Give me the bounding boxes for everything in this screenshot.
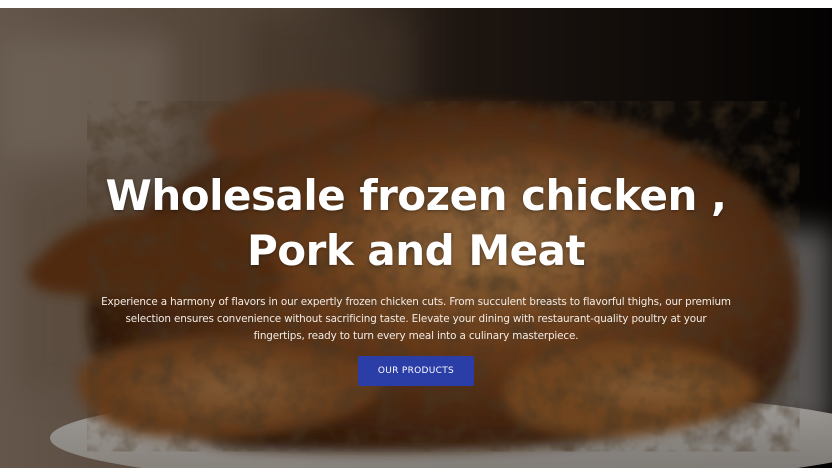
our-products-button[interactable]: OUR PRODUCTS	[358, 356, 474, 386]
headline-line-2: Pork and Meat	[246, 226, 586, 275]
hero-section: Wholesale frozen chicken , Pork and Meat…	[0, 8, 832, 468]
headline-line-1: Wholesale frozen chicken ,	[105, 171, 727, 220]
hero-headline: Wholesale frozen chicken , Pork and Meat	[60, 168, 772, 278]
top-bar	[0, 0, 832, 8]
page: Wholesale frozen chicken , Pork and Meat…	[0, 0, 832, 468]
hero-description: Experience a harmony of flavors in our e…	[101, 296, 731, 342]
hero-content: Wholesale frozen chicken , Pork and Meat…	[0, 8, 832, 468]
